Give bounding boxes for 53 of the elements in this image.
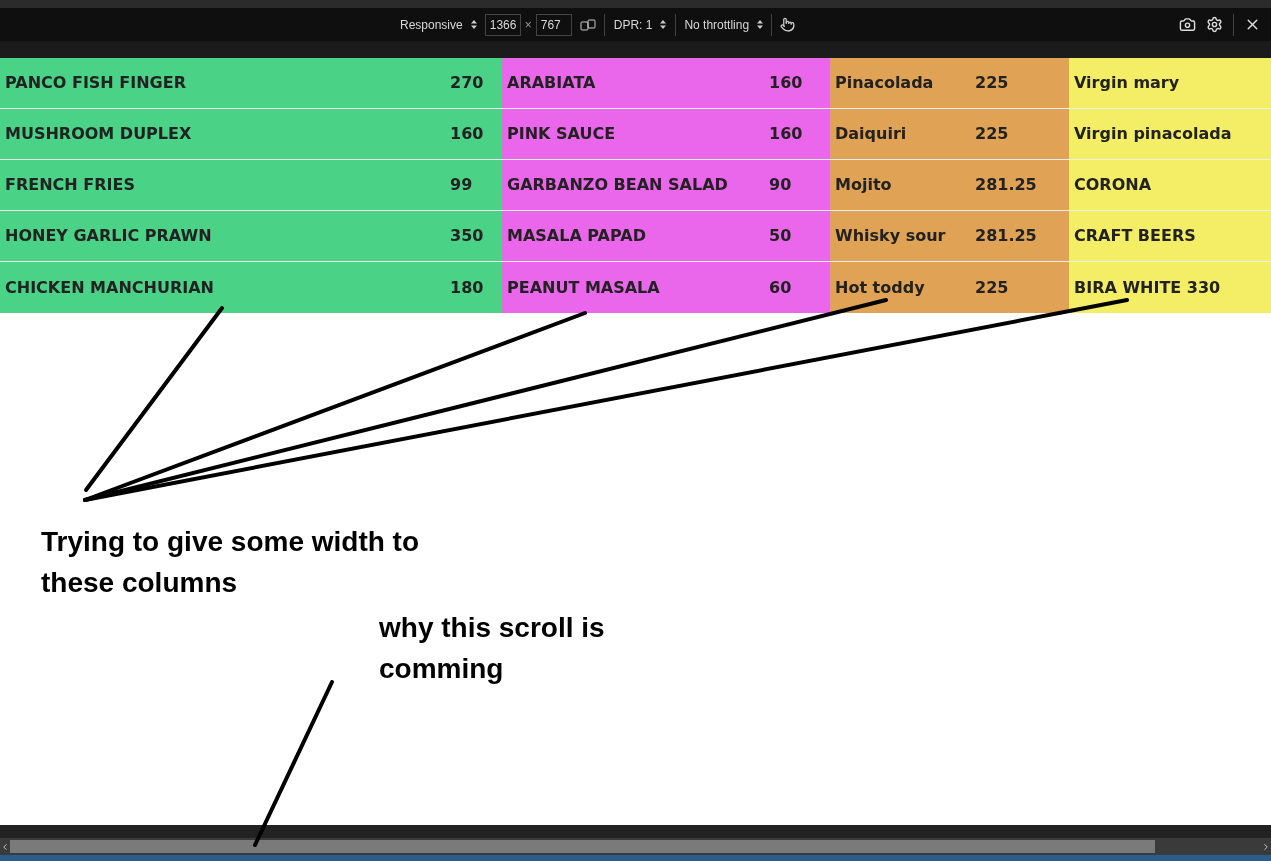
device-select[interactable]: Responsive (400, 15, 485, 34)
item-price: 225 (975, 72, 1009, 94)
item-price: 270 (450, 72, 484, 94)
sort-arrows-icon (757, 20, 764, 29)
item-name: FRENCH FRIES (4, 174, 136, 196)
item-name: PINK SAUCE (506, 123, 617, 145)
item-price: 99 (450, 174, 473, 196)
item-price: 281.25 (975, 174, 1037, 196)
item-name: MUSHROOM DUPLEX (4, 123, 193, 145)
scroll-right-icon[interactable] (1261, 841, 1271, 852)
item-name: ARABIATA (506, 72, 597, 94)
times-sign: × (524, 16, 532, 34)
height-field[interactable]: 767 (535, 13, 572, 36)
item-name: PANCO FISH FINGER (4, 72, 187, 94)
item-price: 160 (769, 72, 803, 94)
item-price: 180 (450, 276, 484, 299)
item-name: Mojito (834, 174, 893, 196)
item-price: 60 (769, 276, 792, 299)
screenshot-icon[interactable] (1179, 16, 1196, 33)
item-name: Hot toddy (834, 276, 926, 299)
item-price: 50 (769, 225, 792, 247)
horizontal-scrollbar[interactable] (0, 838, 1271, 855)
item-price: 160 (769, 123, 803, 145)
sort-arrows-icon (470, 20, 477, 29)
item-name: PEANUT MASALA (506, 276, 661, 299)
touch-icon[interactable] (780, 17, 796, 32)
item-name: Whisky sour (834, 225, 947, 247)
width-field[interactable]: 1366 (484, 13, 521, 36)
item-name: HONEY GARLIC PRAWN (4, 225, 213, 247)
settings-icon[interactable] (1206, 16, 1223, 33)
item-name: BIRA WHITE 330 (1073, 276, 1222, 299)
throttling-select[interactable]: No throttling (676, 15, 772, 34)
item-name: CRAFT BEERS (1073, 225, 1197, 247)
item-price: 350 (450, 225, 484, 247)
item-name: GARBANZO BEAN SALAD (506, 174, 729, 196)
scrollbar-thumb[interactable] (10, 840, 1155, 853)
rotate-icon[interactable] (579, 18, 596, 31)
item-price: 281.25 (975, 225, 1037, 247)
item-price: 90 (769, 174, 792, 196)
item-name: Pinacolada (834, 72, 935, 94)
sort-arrows-icon (660, 20, 667, 29)
item-name: CORONA (1073, 174, 1153, 196)
dpr-select[interactable]: DPR: 1 (604, 15, 676, 34)
item-name: MASALA PAPAD (506, 225, 647, 247)
item-price: 160 (450, 123, 484, 145)
item-name: Daiquiri (834, 123, 908, 145)
item-price: 225 (975, 123, 1009, 145)
item-name: Virgin mary (1073, 72, 1181, 94)
annotation-text: why this scroll is comming (379, 611, 606, 686)
item-name: CHICKEN MANCHURIAN (4, 276, 215, 299)
item-price: 225 (975, 276, 1009, 299)
scroll-left-icon[interactable] (0, 841, 10, 852)
item-name: Virgin pinacolada (1073, 123, 1233, 145)
